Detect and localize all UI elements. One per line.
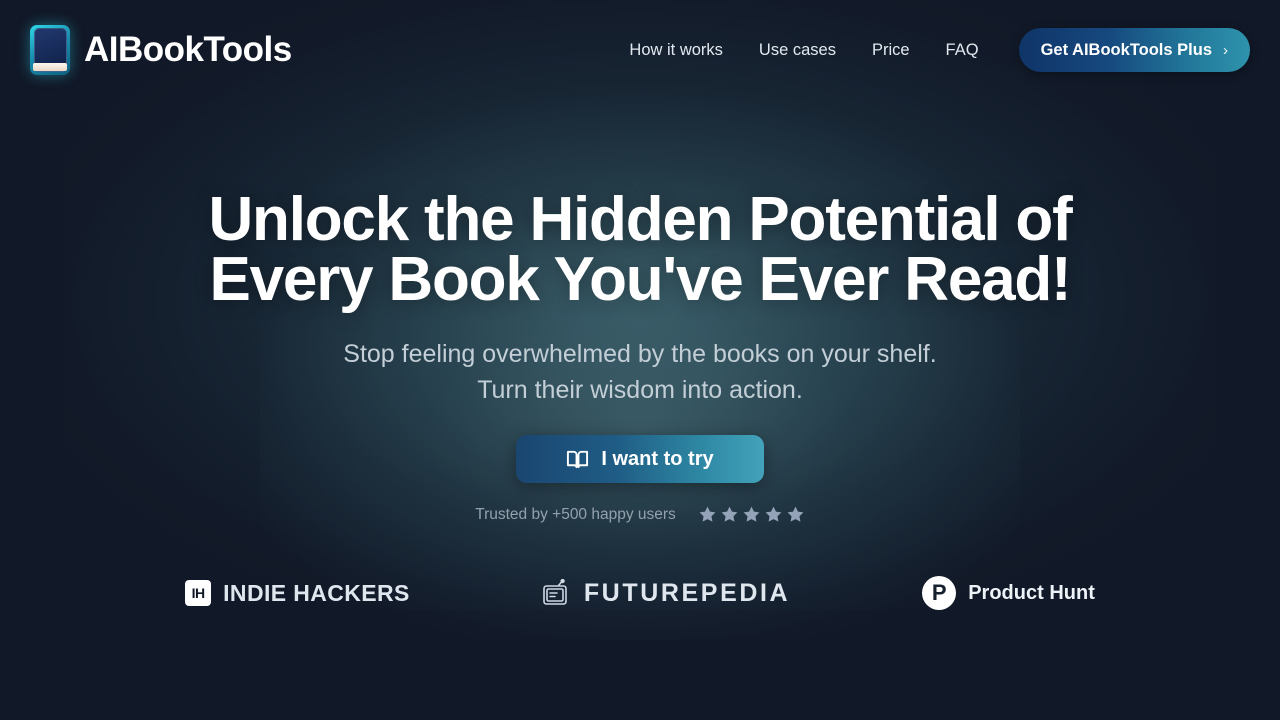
nav-item-price[interactable]: Price: [854, 41, 928, 60]
star-rating: [698, 505, 805, 524]
chevron-right-icon: ›: [1223, 41, 1228, 59]
indie-hackers-label: INDIE HACKERS: [223, 579, 410, 606]
product-hunt-label: Product Hunt: [968, 581, 1095, 604]
book-icon: [30, 25, 70, 75]
logo-indie-hackers: IH INDIE HACKERS: [119, 580, 476, 607]
product-hunt-icon: P: [922, 576, 957, 610]
i-want-to-try-label: I want to try: [601, 447, 714, 470]
brand-name: AIBookTools: [84, 30, 292, 69]
logo-futurepedia: FUTUREPEDIA: [476, 579, 856, 608]
futurepedia-label: FUTUREPEDIA: [583, 578, 791, 607]
site-header: AIBookTools How it works Use cases Price…: [0, 0, 1280, 100]
hero-subtitle: Stop feeling overwhelmed by the books on…: [343, 340, 937, 404]
indie-hackers-icon: IH: [185, 580, 212, 606]
i-want-to-try-button[interactable]: I want to try: [516, 435, 764, 483]
star-icon: [787, 506, 804, 522]
social-proof: Trusted by +500 happy users: [0, 505, 1280, 524]
star-icon: [721, 506, 738, 522]
featured-logos: IH INDIE HACKERS FUTUREPEDIA P Product H…: [0, 576, 1280, 610]
landing-page: AIBookTools How it works Use cases Price…: [0, 0, 1280, 720]
logo-product-hunt: P Product Hunt: [856, 576, 1161, 610]
open-book-icon: [566, 448, 589, 471]
brand-logo[interactable]: AIBookTools: [30, 25, 292, 75]
book-pages: [33, 63, 67, 71]
trusted-by-text: Trusted by +500 happy users: [475, 505, 676, 523]
hero-section: Unlock the Hidden Potential of Every Boo…: [0, 100, 1280, 524]
nav-item-how-it-works[interactable]: How it works: [611, 41, 741, 60]
futurepedia-icon: [542, 578, 572, 607]
main-nav: How it works Use cases Price FAQ Get AIB…: [611, 28, 1250, 72]
nav-item-faq[interactable]: FAQ: [928, 41, 997, 60]
star-icon: [765, 506, 782, 522]
star-icon: [699, 506, 716, 522]
nav-item-use-cases[interactable]: Use cases: [741, 41, 854, 60]
get-plus-button[interactable]: Get AIBookTools Plus ›: [1018, 28, 1250, 72]
get-plus-label: Get AIBookTools Plus: [1040, 40, 1212, 59]
page-title: Unlock the Hidden Potential of Every Boo…: [208, 185, 1072, 314]
star-icon: [743, 506, 760, 522]
